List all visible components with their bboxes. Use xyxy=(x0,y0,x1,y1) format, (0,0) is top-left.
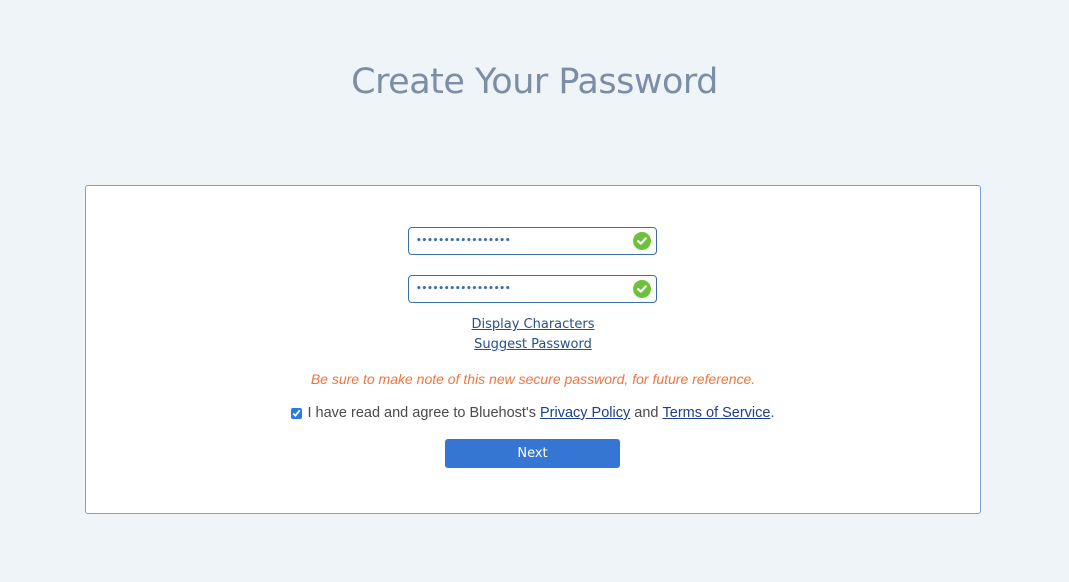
confirm-password-field[interactable] xyxy=(408,275,657,303)
page-title: Create Your Password xyxy=(351,62,718,102)
period-text: . xyxy=(770,405,775,421)
terms-of-service-link[interactable]: Terms of Service xyxy=(663,405,771,421)
check-circle-icon xyxy=(633,232,651,250)
and-text: and xyxy=(634,405,659,421)
privacy-policy-link[interactable]: Privacy Policy xyxy=(540,405,630,421)
agree-checkbox[interactable] xyxy=(291,407,303,419)
password-input[interactable] xyxy=(409,228,633,254)
confirm-password-input[interactable] xyxy=(409,276,633,302)
suggest-password-link[interactable]: Suggest Password xyxy=(474,335,592,355)
display-characters-link[interactable]: Display Characters xyxy=(471,315,594,335)
password-form-card: Display Characters Suggest Password Be s… xyxy=(85,185,981,514)
agree-text: I have read and agree to Bluehost's xyxy=(307,405,536,421)
password-note: Be sure to make note of this new secure … xyxy=(310,371,756,387)
terms-agreement: I have read and agree to Bluehost's Priv… xyxy=(86,405,980,421)
check-circle-icon xyxy=(633,280,651,298)
password-field[interactable] xyxy=(408,227,657,255)
next-button[interactable]: Next xyxy=(445,439,620,468)
password-links: Display Characters Suggest Password xyxy=(86,315,980,355)
